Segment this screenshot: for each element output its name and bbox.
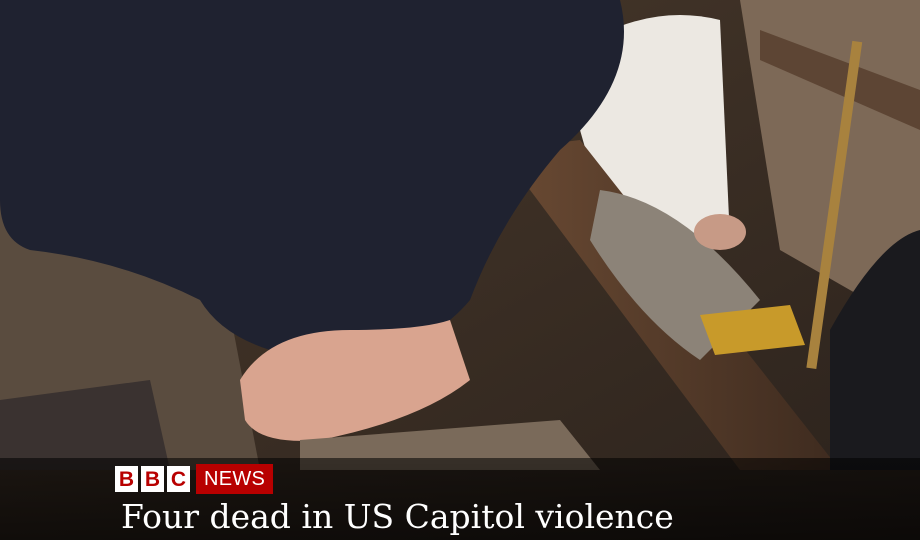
logo-letter-b1: B (115, 466, 138, 492)
hand (694, 214, 746, 250)
logo-news-label: NEWS (196, 464, 274, 494)
logo-letter-b2: B (141, 466, 164, 492)
logo-letter-c: C (167, 466, 190, 492)
headline-caption: Four dead in US Capitol violence (121, 497, 674, 536)
bbc-news-logo: B B C NEWS (115, 464, 274, 494)
